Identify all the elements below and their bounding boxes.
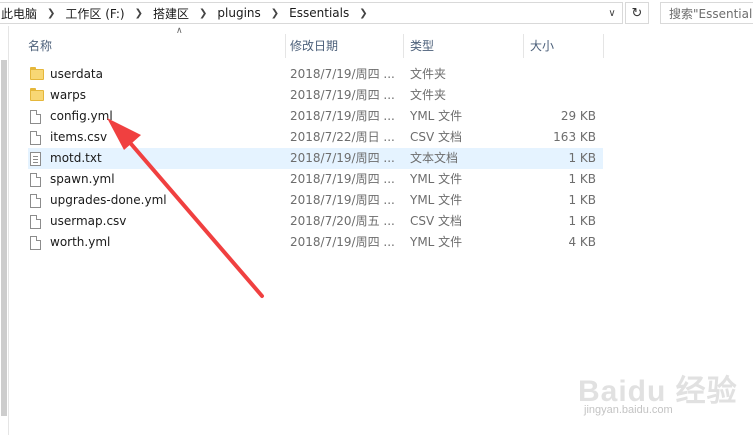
file-row[interactable]: worth.yml 2018/7/19/周四 ... YML 文件 4 KB (28, 232, 603, 253)
file-type: YML 文件 (410, 172, 463, 186)
breadcrumb-item-plugins[interactable]: plugins (216, 3, 261, 23)
icon-slot (30, 85, 46, 106)
file-date: 2018/7/19/周四 ... (290, 172, 395, 186)
file-date: 2018/7/19/周四 ... (290, 88, 395, 102)
icon-slot (30, 106, 46, 127)
icon-slot (30, 127, 46, 148)
file-icon (30, 193, 41, 208)
column-divider[interactable] (523, 34, 524, 58)
file-type: CSV 文档 (410, 130, 463, 144)
file-name: items.csv (50, 130, 108, 144)
file-icon (30, 130, 41, 145)
file-size: 1 KB (568, 193, 596, 207)
file-date: 2018/7/19/周四 ... (290, 67, 395, 81)
breadcrumb-item-this-pc[interactable]: 此电脑 (0, 3, 38, 23)
file-size: 1 KB (568, 172, 596, 186)
file-size: 29 KB (560, 109, 596, 123)
column-header-date[interactable]: 修改日期 (290, 30, 404, 60)
file-row-selected[interactable]: motd.txt 2018/7/19/周四 ... 文本文档 1 KB (28, 148, 603, 169)
column-headers: ∧ 名称 修改日期 类型 大小 (0, 26, 753, 60)
breadcrumb-item-essentials[interactable]: Essentials (288, 3, 350, 23)
refresh-button[interactable]: ↻ (625, 2, 649, 24)
file-size (523, 64, 596, 85)
file-row[interactable]: warps 2018/7/19/周四 ... 文件夹 (28, 85, 603, 106)
column-header-name-label: 名称 (28, 38, 53, 53)
icon-slot (30, 64, 46, 85)
file-type: YML 文件 (410, 235, 463, 249)
file-date: 2018/7/19/周四 ... (290, 235, 395, 249)
file-icon (30, 214, 41, 229)
column-divider[interactable] (285, 34, 286, 58)
baidu-watermark: Baidu 经验 jingyan.baidu.com (578, 346, 748, 426)
file-name: worth.yml (50, 235, 111, 249)
file-icon (30, 172, 41, 187)
address-bar[interactable]: 此电脑 ❯ 工作区 (F:) ❯ 搭建区 ❯ plugins ❯ Essenti… (0, 2, 623, 24)
file-row[interactable]: config.yml 2018/7/19/周四 ... YML 文件 29 KB (28, 106, 603, 127)
file-size: 1 KB (568, 151, 596, 165)
file-type: CSV 文档 (410, 214, 463, 228)
column-header-name[interactable]: ∧ 名称 (28, 26, 286, 60)
column-divider[interactable] (403, 34, 404, 58)
file-name: config.yml (50, 109, 113, 123)
text-file-icon (30, 151, 41, 166)
nav-pane-edge (0, 26, 9, 435)
file-row[interactable]: upgrades-done.yml 2018/7/19/周四 ... YML 文… (28, 190, 603, 211)
address-dropdown-icon[interactable]: ∨ (602, 3, 622, 23)
file-type: YML 文件 (410, 193, 463, 207)
breadcrumb-chevron-icon[interactable]: ❯ (126, 8, 152, 19)
file-type: 文本文档 (410, 151, 459, 165)
file-name: userdata (50, 67, 103, 81)
file-name: motd.txt (50, 151, 102, 165)
file-name: upgrades-done.yml (50, 193, 167, 207)
folder-icon (30, 88, 44, 101)
icon-slot (30, 190, 46, 211)
column-header-type-label: 类型 (410, 38, 435, 53)
watermark-url: jingyan.baidu.com (584, 404, 673, 416)
file-row[interactable]: usermap.csv 2018/7/20/周五 ... CSV 文档 1 KB (28, 211, 603, 232)
sort-ascending-icon: ∧ (176, 26, 183, 36)
column-header-date-label: 修改日期 (290, 38, 339, 53)
file-size (523, 85, 596, 106)
file-row[interactable]: spawn.yml 2018/7/19/周四 ... YML 文件 1 KB (28, 169, 603, 190)
file-size: 4 KB (568, 235, 596, 249)
column-header-size-label: 大小 (530, 38, 555, 53)
column-header-size[interactable]: 大小 (530, 30, 604, 60)
column-divider[interactable] (603, 34, 604, 58)
file-name: spawn.yml (50, 172, 115, 186)
column-header-type[interactable]: 类型 (410, 30, 524, 60)
file-icon (30, 235, 41, 250)
file-type: 文件夹 (410, 88, 447, 102)
breadcrumb-chevron-icon[interactable]: ❯ (190, 8, 216, 19)
breadcrumb-chevron-icon[interactable]: ❯ (38, 8, 64, 19)
file-size: 163 KB (553, 130, 596, 144)
file-row[interactable]: items.csv 2018/7/22/周日 ... CSV 文档 163 KB (28, 127, 603, 148)
file-date: 2018/7/19/周四 ... (290, 193, 395, 207)
icon-slot (30, 232, 46, 253)
file-date: 2018/7/19/周四 ... (290, 151, 395, 165)
search-input[interactable]: 搜索"Essentials" (660, 2, 753, 24)
file-name: warps (50, 88, 86, 102)
icon-slot (30, 148, 46, 169)
icon-slot (30, 169, 46, 190)
file-name: usermap.csv (50, 214, 127, 228)
breadcrumb-chevron-icon[interactable]: ❯ (262, 8, 288, 19)
file-date: 2018/7/20/周五 ... (290, 214, 395, 228)
file-row[interactable]: userdata 2018/7/19/周四 ... 文件夹 (28, 64, 603, 85)
icon-slot (30, 211, 46, 232)
refresh-icon: ↻ (631, 5, 643, 21)
breadcrumb-item-folder[interactable]: 搭建区 (152, 3, 190, 23)
folder-icon (30, 67, 44, 80)
scrollbar-thumb[interactable] (1, 60, 7, 416)
file-date: 2018/7/22/周日 ... (290, 130, 395, 144)
file-size: 1 KB (568, 214, 596, 228)
file-type: 文件夹 (410, 67, 447, 81)
file-date: 2018/7/19/周四 ... (290, 109, 395, 123)
breadcrumb-item-drive[interactable]: 工作区 (F:) (64, 3, 125, 23)
breadcrumb-chevron-icon[interactable]: ❯ (350, 8, 376, 19)
file-icon (30, 109, 41, 124)
file-type: YML 文件 (410, 109, 463, 123)
search-placeholder: 搜索"Essentials" (669, 6, 753, 21)
